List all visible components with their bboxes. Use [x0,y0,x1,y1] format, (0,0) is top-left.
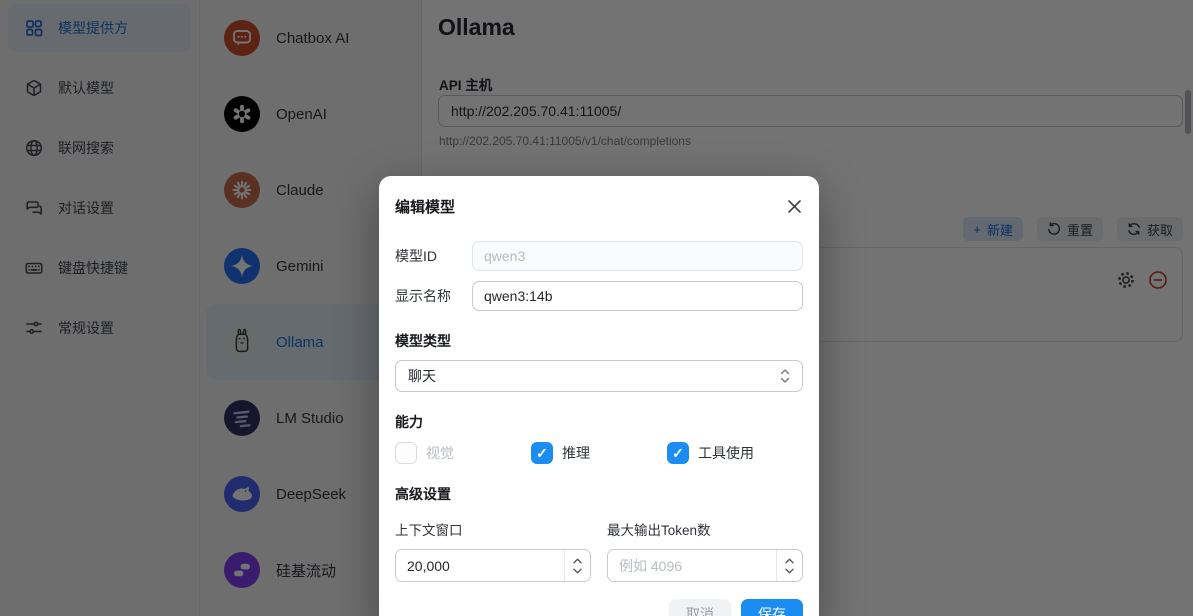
max-tokens-input[interactable] [608,550,776,581]
context-window-stepper[interactable] [564,550,590,581]
max-tokens-label: 最大输出Token数 [607,519,803,539]
settings-window: 模型提供方 默认模型 联网搜索 对话设置 键盘快捷键 常规设置 Chat [0,0,1193,616]
capability-vision[interactable]: ✓ 视觉 [395,442,531,464]
display-name-input[interactable] [472,281,803,311]
model-type-label: 模型类型 [395,331,803,351]
capabilities-label: 能力 [395,412,803,432]
select-chevrons-icon [780,368,790,384]
chevron-down-icon [785,568,794,574]
capability-reasoning[interactable]: ✓ 推理 [531,442,667,464]
edit-model-dialog: 编辑模型 模型ID 显示名称 模型类型 聊天 能力 ✓ 视觉 ✓ 推 [379,176,819,616]
max-tokens-field [607,549,803,582]
cancel-button[interactable]: 取消 [669,599,731,616]
save-button[interactable]: 保存 [741,599,803,616]
model-type-select[interactable]: 聊天 [395,360,803,392]
capabilities-group: ✓ 视觉 ✓ 推理 ✓ 工具使用 [395,442,803,464]
context-window-label: 上下文窗口 [395,519,591,539]
context-window-field [395,549,591,582]
capability-tool-use[interactable]: ✓ 工具使用 [667,442,803,464]
chevron-down-icon [573,568,582,574]
model-type-value: 聊天 [408,366,436,386]
vision-checkbox[interactable]: ✓ [395,442,417,464]
dialog-title: 编辑模型 [395,196,455,217]
max-tokens-stepper[interactable] [776,550,802,581]
model-id-input[interactable] [472,241,803,271]
advanced-settings-label: 高级设置 [395,484,803,504]
display-name-label: 显示名称 [395,286,472,306]
tool-use-checkbox[interactable]: ✓ [667,442,689,464]
model-id-label: 模型ID [395,246,472,266]
chevron-up-icon [573,558,582,564]
chevron-up-icon [785,558,794,564]
context-window-input[interactable] [396,550,564,581]
close-icon[interactable] [786,198,803,215]
reasoning-checkbox[interactable]: ✓ [531,442,553,464]
